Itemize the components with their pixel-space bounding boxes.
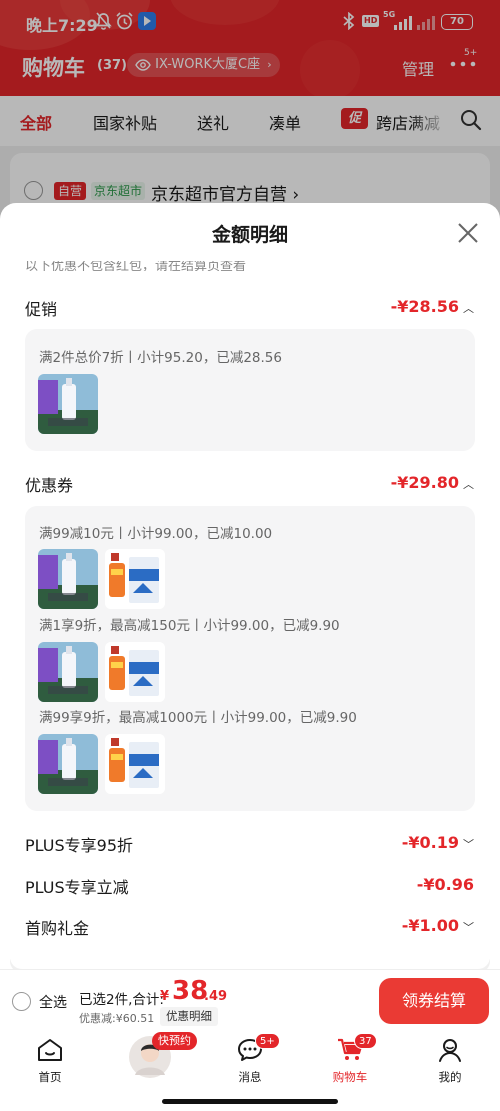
product-thumb-cleaner[interactable] [105,642,165,702]
coupon-rule-1: 满99减10元丨小计99.00，已减10.00 [39,526,273,542]
product-image-cleaner [105,549,165,609]
product-thumb-mosquito-spray[interactable] [38,374,98,434]
total-currency: ¥ [160,989,170,1004]
nav-mine[interactable]: 我的 [420,1037,480,1085]
select-all-label[interactable]: 全选 [39,992,67,1012]
sheet-title: 金额明细 [211,224,288,246]
total-integer: 38 [172,976,209,1006]
chevron-up-icon: ︿ [463,477,474,491]
checkout-bar: 全选 已选2件,合计: ¥ 38 .49 优惠减:¥60.51 优惠明细 领券结… [0,969,500,1031]
profile-icon [439,1039,461,1062]
promo-box: 满2件总价7折丨小计95.20，已减28.56 [25,329,475,451]
nav-mine-label: 我的 [438,1070,462,1084]
product-image-spray [38,642,98,702]
promo-amount-text: -¥28.56 [390,297,459,316]
promo-amount[interactable]: -¥28.56 ︿ [391,297,474,316]
sheet-bottom-edge [10,955,490,969]
amount-detail-sheet: 金额明细 以下优惠不包含红包，请在结算页查看 促销 -¥28.56 ︿ 满2件总价… [0,203,500,969]
discount-detail-button[interactable]: 优惠明细 [160,1007,218,1026]
cut-note-clip: 以下优惠不包含红包，请在结算页查看 [0,261,500,271]
product-image-cleaner [105,734,165,794]
first-gift-amount-text: -¥1.00 [401,916,459,935]
coupon-box: 满99减10元丨小计99.00，已减10.00 满1享9折，最高减150元丨小计… [25,506,475,811]
coupon-label: 优惠券 [25,476,74,495]
first-gift-amount[interactable]: -¥1.00 ﹀ [402,916,474,935]
nav-messages-label: 消息 [238,1070,262,1084]
messages-badge: 5+ [255,1033,280,1049]
plus-discount-amount[interactable]: -¥0.19 ﹀ [402,833,474,852]
nav-cart-label: 购物车 [332,1070,368,1084]
first-gift-label: 首购礼金 [25,919,90,938]
promo-rule: 满2件总价7折丨小计95.20，已减28.56 [39,350,282,366]
coupon-amount[interactable]: -¥29.80 ︿ [391,473,474,492]
product-thumb-cleaner[interactable] [105,734,165,794]
total-decimal: .49 [204,989,228,1004]
product-image-spray [38,549,98,609]
product-thumb-cleaner[interactable] [105,549,165,609]
product-thumb-mosquito-spray[interactable] [38,734,98,794]
plus-cut-label: PLUS专享立减 [25,878,129,897]
plus-cut-amount: -¥0.96 [416,875,474,894]
plus-discount-label: PLUS专享95折 [25,836,133,855]
cart-badge: 37 [354,1033,377,1049]
coupon-amount-text: -¥29.80 [390,473,459,492]
product-image-spray [38,734,98,794]
selected-summary: 已选2件,合计: [79,992,164,1008]
chevron-up-icon: ︿ [463,301,474,315]
product-thumb-mosquito-spray[interactable] [38,642,98,702]
coupon-rule-3: 满99享9折，最高减1000元丨小计99.00，已减9.90 [39,710,357,726]
cut-note: 以下优惠不包含红包，请在结算页查看 [25,261,247,271]
reserve-badge: 快预约 [152,1032,197,1050]
chevron-down-icon: ﹀ [463,920,474,934]
select-all-radio[interactable] [12,992,31,1011]
product-thumb-mosquito-spray[interactable] [38,549,98,609]
home-icon [38,1039,62,1061]
product-image-spray [38,374,98,434]
chevron-down-icon: ﹀ [463,837,474,851]
checkout-button[interactable]: 领券结算 [379,978,489,1024]
saved-amount: 优惠减:¥60.51 [79,1012,155,1025]
nav-home-label: 首页 [38,1070,62,1084]
home-indicator [162,1099,338,1104]
plus-discount-amount-text: -¥0.19 [401,833,459,852]
coupon-rule-2: 满1享9折，最高减150元丨小计99.00，已减9.90 [39,618,340,634]
close-icon[interactable] [457,222,479,244]
promo-label: 促销 [25,300,58,319]
product-image-cleaner [105,642,165,702]
nav-home[interactable]: 首页 [20,1037,80,1085]
